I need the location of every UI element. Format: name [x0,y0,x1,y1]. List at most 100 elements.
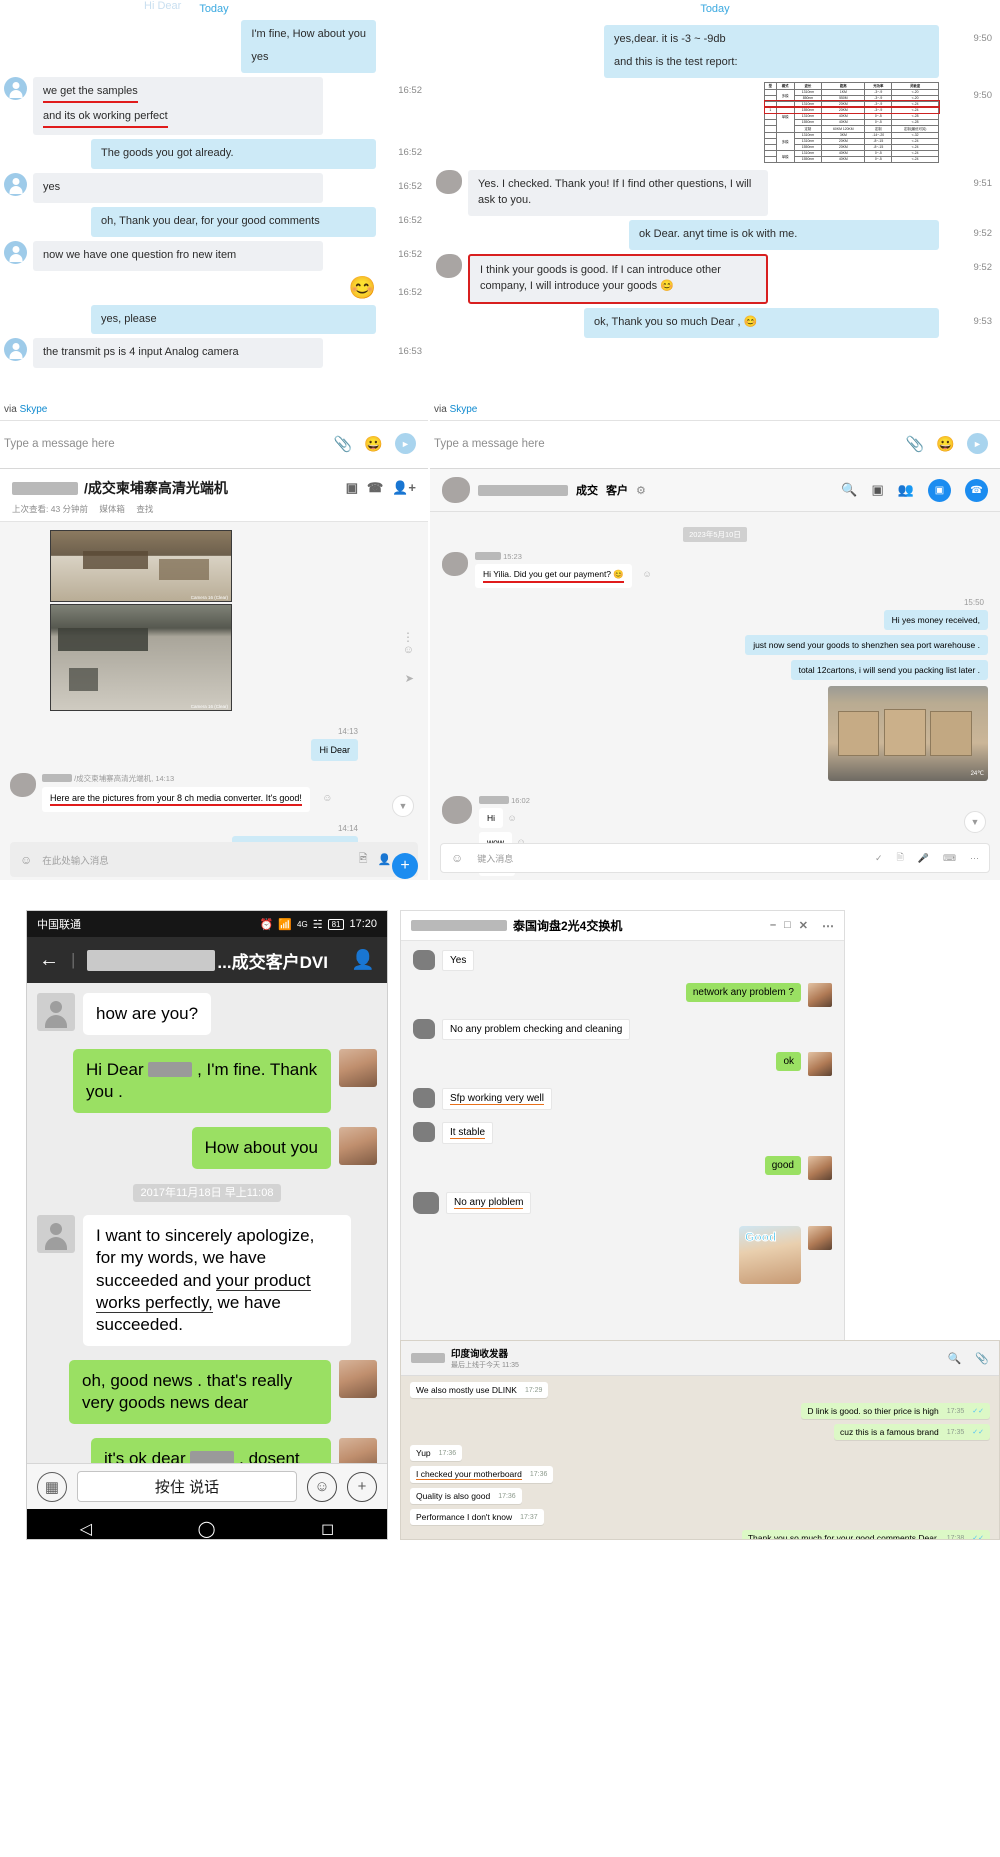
more-options-icon[interactable]: ⋯ [822,919,834,933]
attach-icon[interactable]: 📎 [334,435,353,453]
video-call-icon[interactable]: ▣ [346,480,358,496]
minimize-icon[interactable]: – [770,919,776,932]
chat-bubble[interactable]: just now send your goods to shenzhen sea… [745,635,988,655]
maximize-icon[interactable]: □ [784,919,791,932]
camera-snapshot-1[interactable]: Camera 16 (Clear) [50,530,232,602]
chat-bubble[interactable]: cuz this is a famous brand 17:35 ✓✓ [833,1424,990,1440]
more-options-icon[interactable]: ⋮ [402,630,414,644]
add-person-icon[interactable]: 👤+ [392,480,416,496]
chat-bubble[interactable]: The goods you got already. [91,138,376,169]
chat-bubble[interactable]: Hi yes money received, [883,610,988,630]
sticker-image[interactable]: Good [739,1226,801,1284]
chat-bubble[interactable]: yes [33,172,323,203]
chat-bubble[interactable]: Thank you so much for your good comments… [741,1530,990,1539]
send-fab-button[interactable]: + [392,853,418,879]
add-member-icon[interactable]: 👥 [898,482,914,498]
chat-bubble[interactable]: D link is good. so thier price is high 1… [801,1403,990,1419]
chat-bubble[interactable]: Yup 17:36 [410,1445,463,1461]
media-tab[interactable]: 媒体箱 [99,504,125,514]
back-arrow-icon[interactable]: ← [39,949,59,972]
chat-bubble[interactable]: Hi [479,808,504,828]
scroll-down-button[interactable]: ▼ [392,795,414,817]
emoji-react-icon[interactable]: ☺ [403,644,414,656]
chat-bubble[interactable]: Yes [442,950,475,971]
emoji-picker-icon[interactable]: ☺ [451,851,463,865]
chat-bubble[interactable]: the transmit ps is 4 input Analog camera [33,338,323,369]
chat-bubble[interactable]: I think your goods is good. If I can int… [468,253,768,304]
test-report-image[interactable]: 型模式 波长 距离 光功率 灵敏度 多模 1310nm 1KM -3~-9 <-20 850nm… [763,81,940,163]
screenshot-icon[interactable]: ▣ [872,482,884,498]
recents-key-icon[interactable]: ◻ [321,1519,334,1539]
chat-bubble[interactable]: ok Dear. anyt time is ok with me. [629,219,939,250]
emoji-picker-icon[interactable]: ☺ [20,853,32,867]
emoji-react-icon[interactable]: ☺ [322,793,332,804]
contact-card-icon[interactable]: 👤 [378,853,392,866]
emoji-picker-icon[interactable]: 😀 [936,435,955,453]
file-icon[interactable]: 🗎 [897,850,904,866]
chat-bubble[interactable]: oh, good news . that's really very goods… [69,1359,331,1425]
chat-bubble[interactable]: yes,dear. it is -3 ~ -9db and this is th… [604,25,939,78]
home-key-icon[interactable]: ◯ [198,1519,216,1539]
skype-link[interactable]: Skype [20,404,48,415]
chat-bubble[interactable]: I checked your motherboard 17:36 [410,1466,554,1483]
chat-bubble[interactable]: I want to sincerely apologize, for my wo… [83,1215,351,1346]
chat-bubble[interactable]: how are you? [83,993,212,1036]
chat-bubble[interactable]: It stable [442,1122,494,1144]
chat-bubble[interactable]: I'm fine, How about you yes [241,20,376,73]
search-icon[interactable]: 🔍 [948,1352,962,1365]
phone-call-icon[interactable]: ☎ [367,480,383,496]
chat-bubble[interactable]: Hi Dear [311,739,358,761]
forward-icon[interactable]: ➤ [405,672,414,685]
chat-bubble[interactable]: now we have one question fro new item [33,240,323,271]
send-button[interactable]: ► [967,433,988,454]
find-tab[interactable]: 查找 [136,504,153,514]
chat-bubble[interactable]: Quality is also good 17:36 [410,1488,522,1504]
chat-bubble[interactable]: Hi Yilia. Did you get our payment? 😊 [475,564,632,588]
chat-bubble[interactable]: we get the samples and its ok working pe… [33,76,323,135]
chat-bubble[interactable]: good [764,1156,801,1175]
cartons-photo[interactable]: 24℃ [828,686,988,781]
back-key-icon[interactable]: ◁ [80,1519,92,1539]
hold-to-talk-button[interactable]: 按住 说话 [77,1471,297,1502]
close-icon[interactable]: ✕ [799,919,808,932]
emoji-picker-icon[interactable]: ☺ [307,1471,337,1502]
more-options-icon[interactable]: ⋯ [970,853,979,864]
scroll-down-button[interactable]: ▼ [964,811,986,833]
chat-bubble[interactable]: Performance I don't know 17:37 [410,1509,544,1525]
video-call-button[interactable]: ▣ [928,478,951,502]
message-input[interactable]: Type a message here [434,438,906,450]
chat-bubble[interactable]: it's ok dear . dosent metter . [91,1438,331,1463]
skype-link[interactable]: Skype [450,404,478,415]
add-attachment-icon[interactable]: + [347,1471,377,1502]
voice-to-text-icon[interactable]: ✓ [875,853,883,864]
image-icon[interactable]: 🖻 [359,850,368,869]
profile-icon[interactable]: 👤 [351,948,375,972]
voice-call-button[interactable]: ☎ [965,478,988,502]
emoji-react-icon[interactable]: ☺ [642,569,651,579]
camera-snapshot-2[interactable]: Camera 16 (Clear) [50,604,232,711]
keyboard-icon[interactable]: ⌨ [943,853,956,864]
chat-bubble[interactable]: No any ploblem [446,1192,532,1214]
microphone-icon[interactable]: 🎤 [918,853,929,864]
chat-bubble[interactable]: Sfp working very well [442,1088,552,1110]
emoji-react-icon[interactable]: ☺ [507,813,516,823]
chat-bubble[interactable]: Here are the pictures from your 8 ch med… [42,787,310,812]
chat-bubble[interactable]: Hi Dear , I'm fine. Thank you . [73,1049,331,1114]
chat-bubble[interactable]: total 12cartons, i will send you packing… [790,660,988,680]
chat-bubble[interactable]: oh, Thank you dear, for your good commen… [91,206,376,237]
send-button[interactable]: ► [395,433,416,454]
chat-bubble[interactable]: network any problem ? [685,983,801,1002]
search-icon[interactable]: 🔍 [841,482,857,498]
chat-bubble[interactable]: How about you [191,1127,331,1170]
emoji-picker-icon[interactable]: 😀 [364,435,383,453]
chat-bubble[interactable]: We also mostly use DLINK 17:29 [410,1382,549,1398]
attach-icon[interactable]: 📎 [975,1352,989,1365]
chat-bubble[interactable]: ok, Thank you so much Dear , 😊 [584,307,939,338]
chat-bubble[interactable]: Yes. I checked. Thank you! If I find oth… [468,169,768,216]
attach-icon[interactable]: 📎 [906,435,925,453]
chat-bubble[interactable]: ok [776,1052,801,1071]
message-input[interactable]: 在此处输入消息 [42,853,349,867]
chat-bubble[interactable]: yes, please [91,304,376,335]
message-input[interactable]: Type a message here [4,438,334,450]
chat-bubble[interactable]: No any problem checking and cleaning [442,1019,631,1040]
